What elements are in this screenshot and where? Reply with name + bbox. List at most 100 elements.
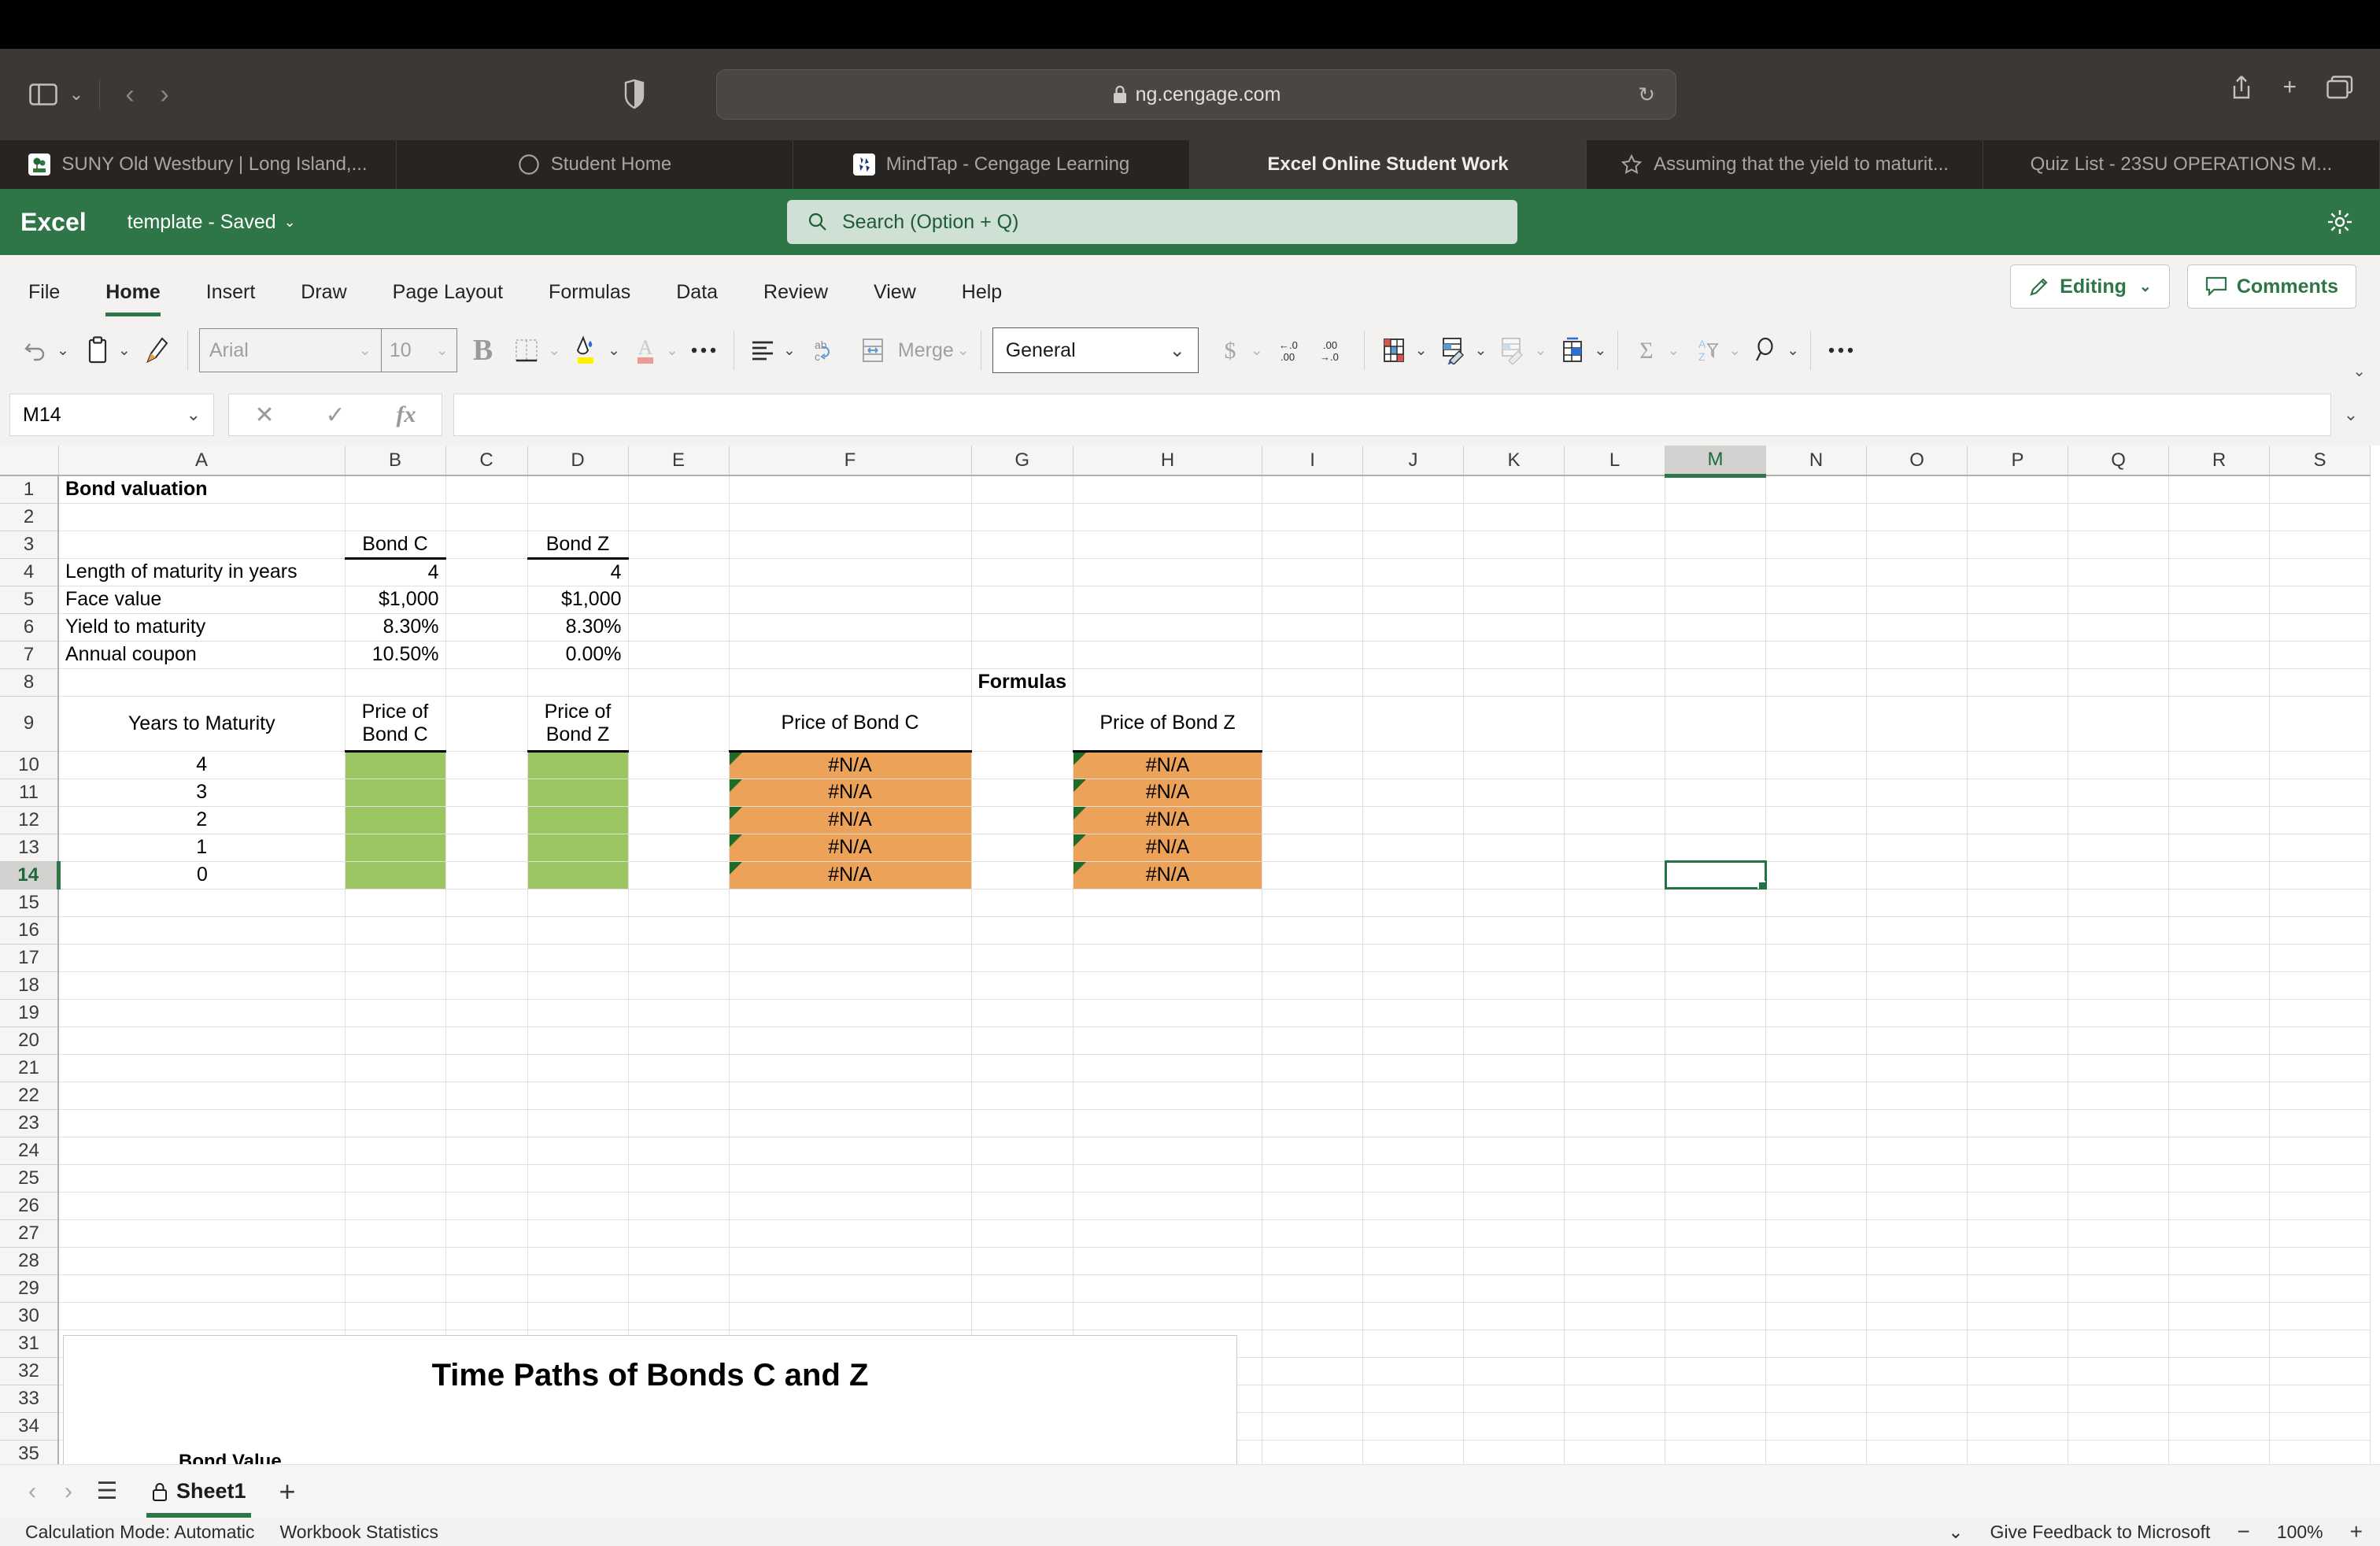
cell-B13-input[interactable] bbox=[345, 834, 446, 862]
cell-K4[interactable] bbox=[1463, 558, 1565, 586]
cell-K27[interactable] bbox=[1463, 1219, 1565, 1248]
bold-button[interactable]: B bbox=[457, 328, 508, 372]
cell-O22[interactable] bbox=[1866, 1082, 1968, 1110]
cell-Q12[interactable] bbox=[2068, 806, 2170, 834]
cell-M4[interactable] bbox=[1665, 558, 1767, 586]
cell-M22[interactable] bbox=[1665, 1082, 1767, 1110]
cell-I35[interactable] bbox=[1262, 1440, 1364, 1464]
cell-S22[interactable] bbox=[2269, 1082, 2371, 1110]
cell-L1[interactable] bbox=[1564, 475, 1666, 504]
cell-G1[interactable] bbox=[971, 475, 1074, 504]
conditional-formatting-icon[interactable] bbox=[1376, 328, 1412, 372]
cell-G28[interactable] bbox=[971, 1247, 1074, 1275]
cell-A26[interactable] bbox=[58, 1192, 346, 1220]
row-header-17[interactable]: 17 bbox=[0, 944, 59, 972]
cell-S20[interactable] bbox=[2269, 1026, 2371, 1055]
cell-N22[interactable] bbox=[1765, 1082, 1868, 1110]
cell-P30[interactable] bbox=[1967, 1302, 2069, 1330]
excel-logo[interactable]: Excel bbox=[20, 208, 87, 237]
cell-G27[interactable] bbox=[971, 1219, 1074, 1248]
cell-P13[interactable] bbox=[1967, 834, 2069, 862]
cell-C5[interactable] bbox=[445, 586, 528, 614]
cell-A13[interactable]: 1 bbox=[58, 834, 346, 862]
cell-J13[interactable] bbox=[1362, 834, 1465, 862]
cell-P12[interactable] bbox=[1967, 806, 2069, 834]
cell-I22[interactable] bbox=[1262, 1082, 1364, 1110]
cell-K6[interactable] bbox=[1463, 613, 1565, 642]
cell-F11[interactable]: #N/A bbox=[729, 779, 972, 807]
cell-H10[interactable]: #N/A bbox=[1073, 751, 1263, 779]
cell-J33[interactable] bbox=[1362, 1385, 1465, 1413]
cell-J20[interactable] bbox=[1362, 1026, 1465, 1055]
cell-L29[interactable] bbox=[1564, 1274, 1666, 1303]
cell-Q20[interactable] bbox=[2068, 1026, 2170, 1055]
cell-L16[interactable] bbox=[1564, 916, 1666, 945]
cell-I4[interactable] bbox=[1262, 558, 1364, 586]
cell-Q29[interactable] bbox=[2068, 1274, 2170, 1303]
row-header-3[interactable]: 3 bbox=[0, 531, 59, 559]
url-bar[interactable]: ng.cengage.com ↻ bbox=[716, 69, 1676, 120]
cell-E17[interactable] bbox=[628, 944, 730, 972]
cell-I31[interactable] bbox=[1262, 1330, 1364, 1358]
cell-R33[interactable] bbox=[2168, 1385, 2271, 1413]
cell-B8[interactable] bbox=[345, 668, 446, 697]
formula-bar-expand-chevron-down-icon[interactable]: ⌄ bbox=[2331, 405, 2371, 425]
cell-S5[interactable] bbox=[2269, 586, 2371, 614]
column-header-J[interactable]: J bbox=[1362, 446, 1465, 476]
cell-A22[interactable] bbox=[58, 1082, 346, 1110]
plus-icon[interactable]: + bbox=[2282, 74, 2297, 101]
font-color-chevron-down-icon[interactable]: ⌄ bbox=[666, 342, 678, 360]
cell-K21[interactable] bbox=[1463, 1054, 1565, 1082]
forward-arrow-icon[interactable]: › bbox=[147, 77, 182, 112]
cell-J5[interactable] bbox=[1362, 586, 1465, 614]
cell-D27[interactable] bbox=[527, 1219, 629, 1248]
cell-K18[interactable] bbox=[1463, 971, 1565, 1000]
font-name-select[interactable]: Arial ⌄ bbox=[200, 329, 381, 372]
cell-L31[interactable] bbox=[1564, 1330, 1666, 1358]
cell-G11[interactable] bbox=[971, 779, 1074, 807]
cell-G30[interactable] bbox=[971, 1302, 1074, 1330]
cell-J31[interactable] bbox=[1362, 1330, 1465, 1358]
cell-O33[interactable] bbox=[1866, 1385, 1968, 1413]
browser-tab-4[interactable]: Assuming that the yield to maturit... bbox=[1587, 140, 1983, 189]
cell-O3[interactable] bbox=[1866, 531, 1968, 559]
column-header-S[interactable]: S bbox=[2269, 446, 2371, 476]
cell-C9[interactable] bbox=[445, 696, 528, 752]
cell-B7[interactable]: 10.50% bbox=[345, 641, 446, 669]
cell-P2[interactable] bbox=[1967, 503, 2069, 531]
document-title-chevron-down-icon[interactable]: ⌄ bbox=[284, 214, 296, 231]
row-header-4[interactable]: 4 bbox=[0, 558, 59, 586]
cell-L24[interactable] bbox=[1564, 1137, 1666, 1165]
column-header-M[interactable]: M bbox=[1665, 446, 1767, 478]
cell-I6[interactable] bbox=[1262, 613, 1364, 642]
number-format-select[interactable]: General ⌄ bbox=[992, 327, 1199, 373]
cell-H18[interactable] bbox=[1073, 971, 1263, 1000]
currency-chevron-down-icon[interactable]: ⌄ bbox=[1251, 342, 1263, 360]
cell-N12[interactable] bbox=[1765, 806, 1868, 834]
cell-G9[interactable] bbox=[971, 696, 1074, 752]
cell-S14[interactable] bbox=[2269, 861, 2371, 890]
cell-A30[interactable] bbox=[58, 1302, 346, 1330]
cell-O31[interactable] bbox=[1866, 1330, 1968, 1358]
cell-F24[interactable] bbox=[729, 1137, 972, 1165]
cell-F23[interactable] bbox=[729, 1109, 972, 1137]
cell-L12[interactable] bbox=[1564, 806, 1666, 834]
cell-G18[interactable] bbox=[971, 971, 1074, 1000]
cell-O12[interactable] bbox=[1866, 806, 1968, 834]
embedded-chart[interactable]: Time Paths of Bonds C and Z Bond Value $… bbox=[63, 1335, 1237, 1464]
cell-S21[interactable] bbox=[2269, 1054, 2371, 1082]
cell-G16[interactable] bbox=[971, 916, 1074, 945]
cell-S15[interactable] bbox=[2269, 889, 2371, 917]
cell-L4[interactable] bbox=[1564, 558, 1666, 586]
cell-I26[interactable] bbox=[1262, 1192, 1364, 1220]
browser-tab-0[interactable]: SUNY Old Westbury | Long Island,... bbox=[0, 140, 397, 189]
ribbon-tab-formulas[interactable]: Formulas bbox=[531, 281, 648, 316]
cell-I5[interactable] bbox=[1262, 586, 1364, 614]
cell-S25[interactable] bbox=[2269, 1164, 2371, 1193]
cell-R11[interactable] bbox=[2168, 779, 2271, 807]
cell-J3[interactable] bbox=[1362, 531, 1465, 559]
cell-F7[interactable] bbox=[729, 641, 972, 669]
cell-O8[interactable] bbox=[1866, 668, 1968, 697]
cell-E25[interactable] bbox=[628, 1164, 730, 1193]
cell-P5[interactable] bbox=[1967, 586, 2069, 614]
